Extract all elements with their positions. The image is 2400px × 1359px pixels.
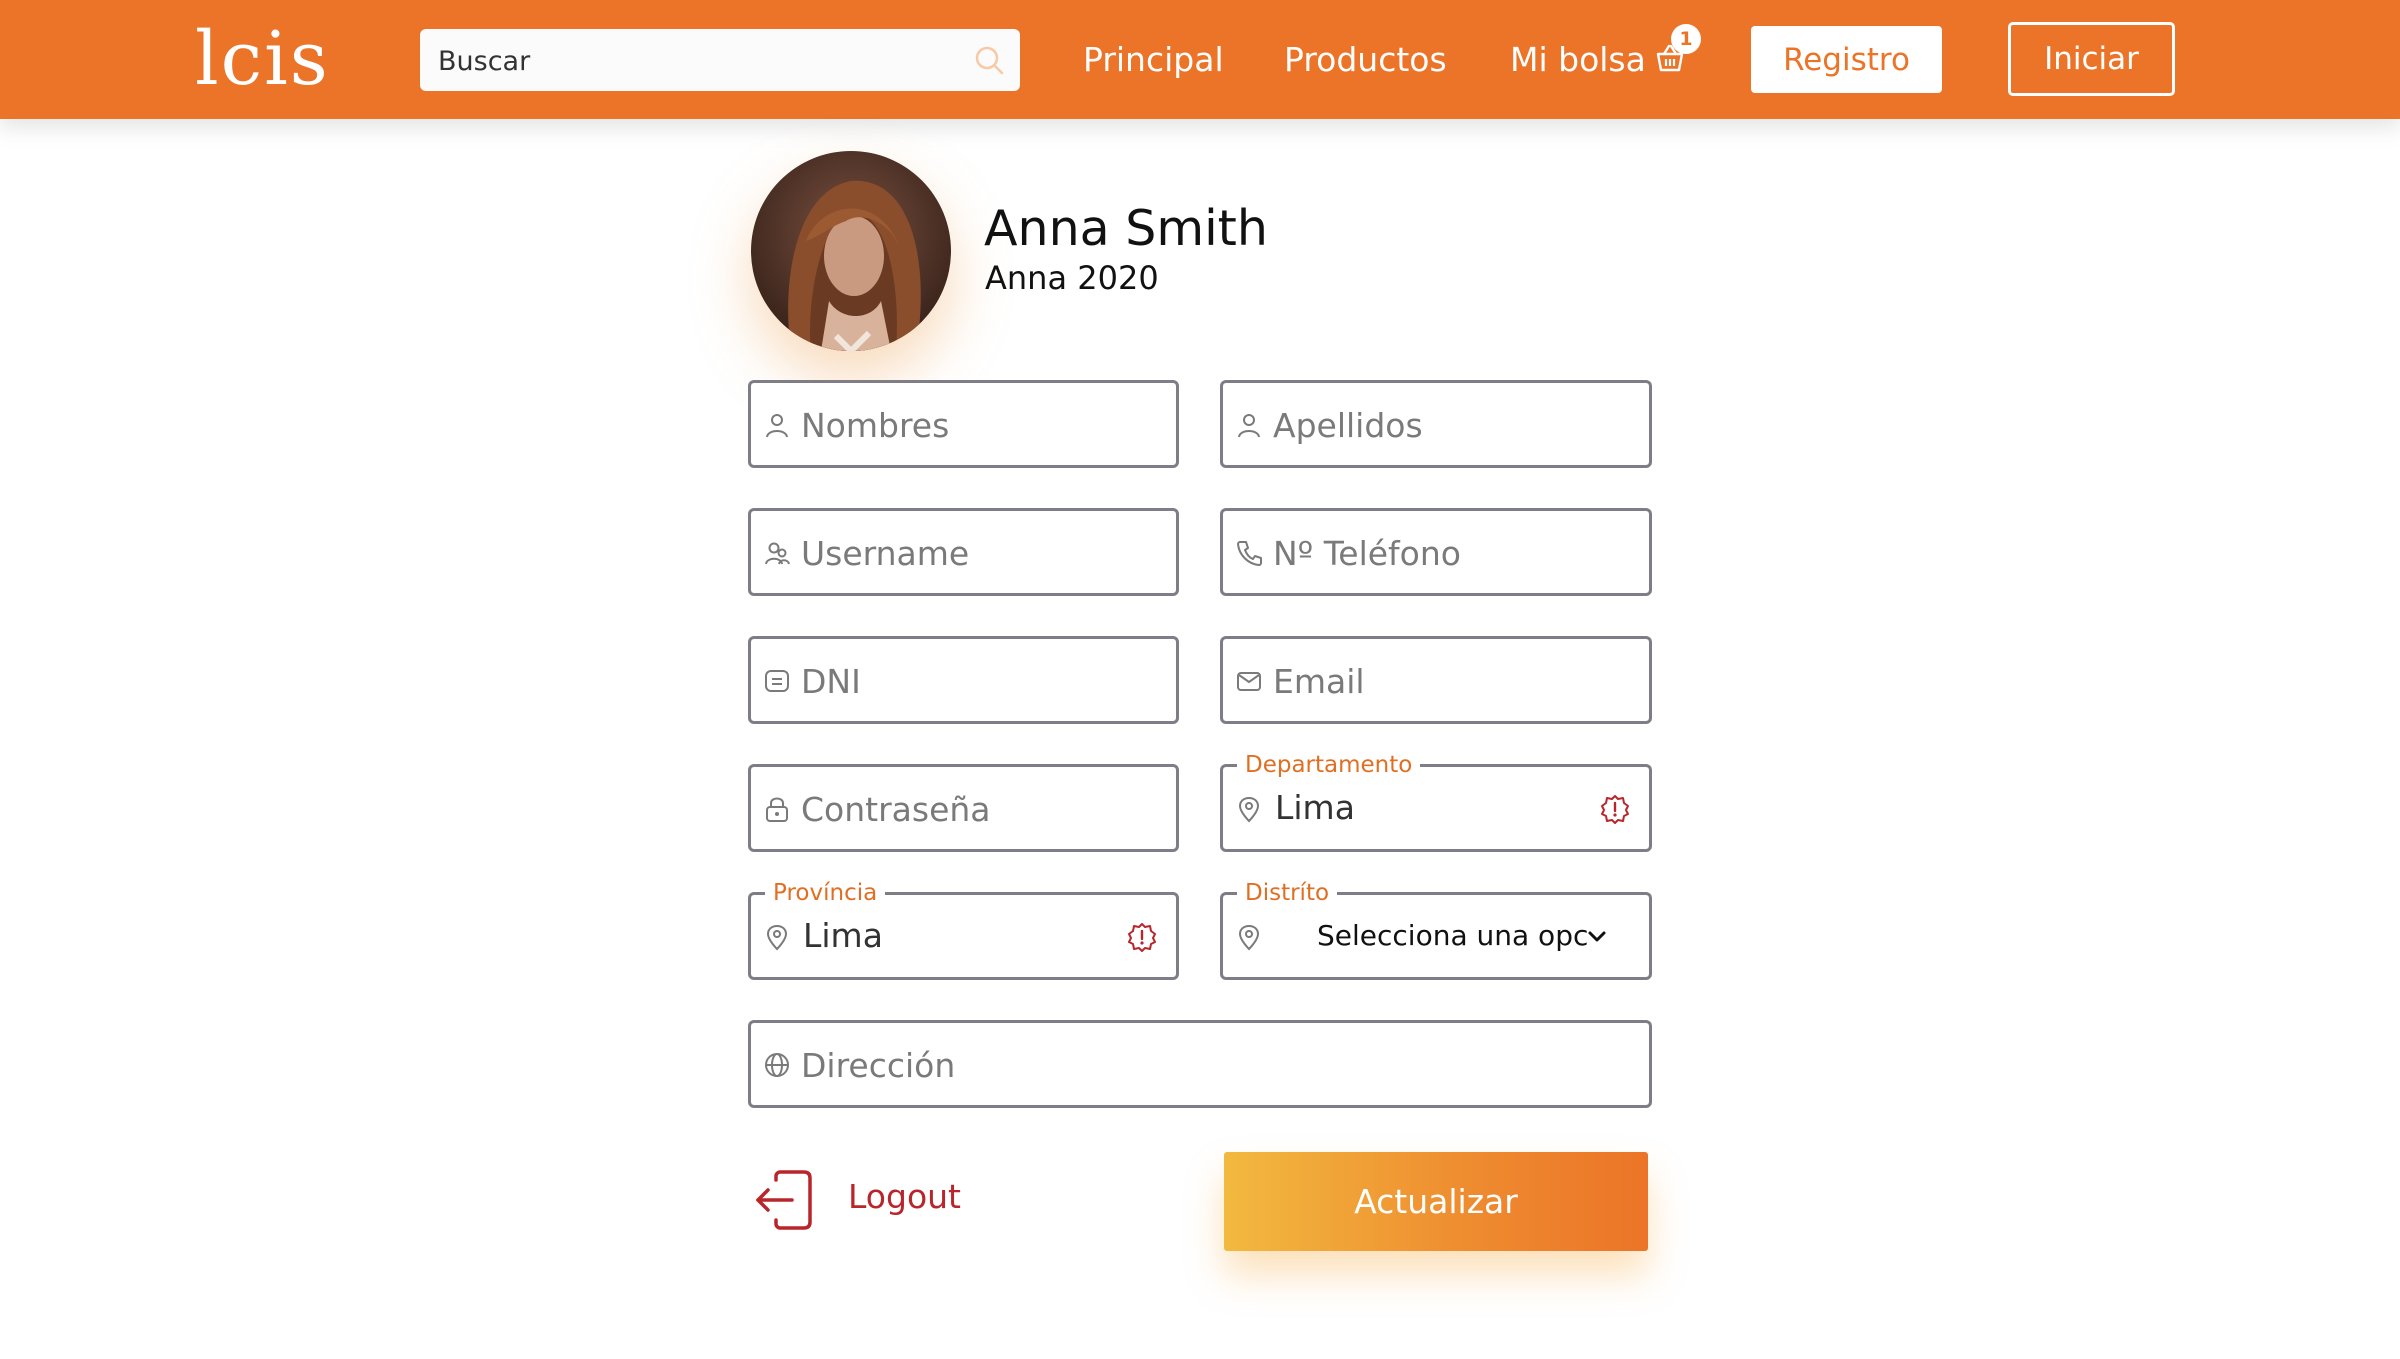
user-icon: [766, 414, 788, 438]
nombres-field: [748, 380, 1179, 468]
dni-field: [748, 636, 1179, 724]
direccion-field: [748, 1020, 1652, 1108]
departamento-field[interactable]: Departamento Lima: [1220, 750, 1652, 852]
nav-productos[interactable]: Productos: [1284, 30, 1447, 90]
iniciar-button[interactable]: Iniciar: [2008, 22, 2175, 96]
apellidos-field: [1220, 380, 1652, 468]
location-icon: [1238, 796, 1260, 823]
nombres-input[interactable]: [799, 383, 1163, 467]
username-field: [748, 508, 1179, 596]
search-icon[interactable]: [972, 43, 1006, 77]
telefono-input[interactable]: [1271, 511, 1635, 595]
email-input[interactable]: [1271, 639, 1635, 723]
top-navbar: lcis Principal Productos Mi bolsa 1 Regi…: [0, 0, 2400, 119]
user-icon: [1238, 414, 1260, 438]
telefono-field: [1220, 508, 1652, 596]
mail-icon: [1237, 672, 1261, 691]
id-card-icon: [765, 670, 789, 692]
direccion-input[interactable]: [799, 1023, 1603, 1107]
users-icon: [765, 542, 790, 565]
nav-principal[interactable]: Principal: [1083, 30, 1224, 90]
nav-mi-bolsa[interactable]: Mi bolsa: [1510, 30, 1646, 90]
profile-name: Anna Smith: [984, 200, 1268, 257]
phone-icon: [1237, 541, 1262, 566]
actualizar-button[interactable]: Actualizar: [1224, 1152, 1648, 1251]
email-field: [1220, 636, 1652, 724]
provincia-field[interactable]: Província Lima: [748, 878, 1179, 980]
cart-count-badge: 1: [1671, 24, 1701, 54]
apellidos-input[interactable]: [1271, 383, 1635, 467]
avatar-photo: [751, 151, 951, 351]
search-bar: [420, 29, 1020, 93]
logout-link[interactable]: Logout: [848, 1177, 961, 1216]
location-icon: [1238, 924, 1260, 951]
distrito-selected-value: Selecciona una opción: [1317, 919, 1587, 952]
profile-username: Anna 2020: [985, 259, 1159, 297]
contrasena-field: [748, 764, 1179, 852]
lock-icon: [766, 797, 788, 822]
registro-button[interactable]: Registro: [1751, 26, 1942, 93]
warning-icon: [1128, 923, 1156, 952]
username-input[interactable]: [799, 511, 1163, 595]
contrasena-input[interactable]: [799, 767, 1163, 851]
provincia-value: Lima: [803, 916, 883, 955]
brand-logo[interactable]: lcis: [195, 4, 330, 114]
distrito-select[interactable]: Distríto Selecciona una opción: [1220, 878, 1652, 980]
search-input[interactable]: [436, 29, 940, 93]
dni-input[interactable]: [799, 639, 1163, 723]
location-icon: [766, 924, 788, 951]
globe-icon: [765, 1053, 789, 1077]
warning-icon: [1601, 795, 1629, 824]
avatar[interactable]: [751, 151, 951, 351]
departamento-value: Lima: [1275, 788, 1355, 827]
logout-icon[interactable]: [754, 1170, 814, 1230]
chevron-down-icon[interactable]: [1587, 927, 1607, 947]
